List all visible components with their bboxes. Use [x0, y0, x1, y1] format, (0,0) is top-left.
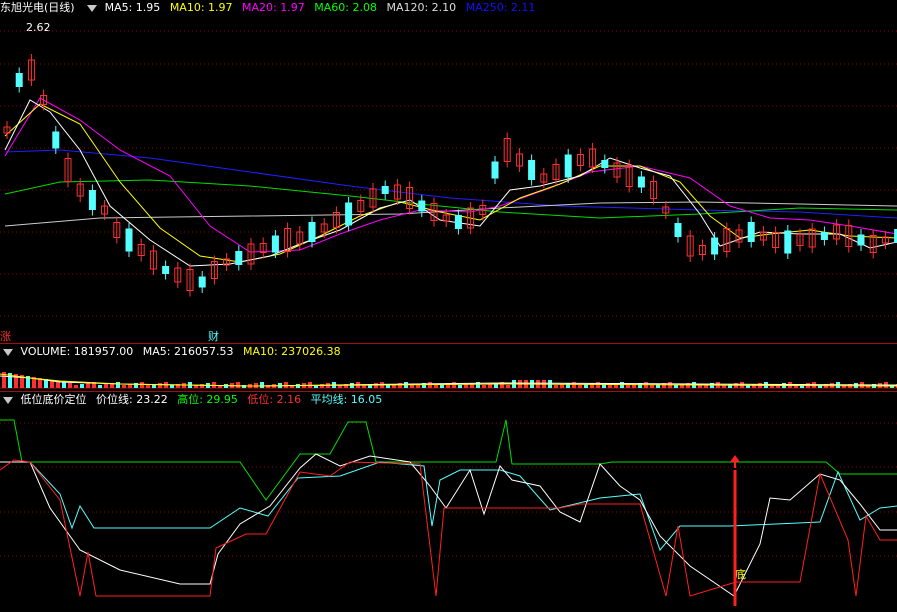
up-arrow-icon [730, 455, 740, 462]
candle-body [52, 131, 60, 149]
volume-bar [458, 385, 462, 388]
candle-body [454, 215, 462, 229]
volume-bar [122, 385, 126, 388]
candlesticks [3, 54, 897, 297]
chart-canvas[interactable] [0, 0, 897, 612]
candle-body [491, 161, 499, 179]
volume-bar [146, 385, 150, 388]
grid-lines [0, 30, 897, 557]
volume-bar [482, 385, 486, 388]
candle-body [88, 190, 96, 210]
volume-bar [260, 382, 264, 388]
volume-bar [140, 382, 144, 388]
avg-line [0, 461, 897, 551]
volume-bar [98, 385, 102, 388]
indicator-lines [0, 419, 897, 606]
candle-body [235, 251, 243, 265]
volume-bar [80, 384, 84, 388]
volume-bar [434, 385, 438, 388]
candle-body [15, 73, 23, 87]
candle-body [345, 202, 353, 226]
volume-bar [104, 384, 108, 388]
candle-body [198, 276, 206, 288]
candle-body [271, 235, 279, 253]
candle-body [162, 266, 170, 274]
candle-body [308, 222, 316, 242]
candle-body [711, 237, 719, 255]
volume-bar [554, 385, 558, 388]
volume-bar [200, 384, 204, 388]
volume-bar [650, 385, 654, 388]
high-line [0, 419, 897, 501]
volume-bar [68, 383, 72, 388]
candle-body [820, 232, 828, 240]
volume-bars [0, 372, 897, 388]
volume-bar [452, 382, 456, 388]
candle-body [528, 160, 536, 180]
volume-bar [506, 385, 510, 388]
volume-bar [170, 385, 174, 388]
volume-bar [236, 382, 240, 388]
candle-body [564, 154, 572, 178]
candle-body [674, 223, 682, 237]
volume-bar [386, 385, 390, 388]
volume-bar [116, 382, 120, 388]
volume-bar [602, 385, 606, 388]
volume-bar [488, 384, 492, 388]
candle-body [857, 234, 865, 246]
volume-bar [158, 383, 162, 388]
candle-body [601, 160, 609, 168]
volume-bar [578, 385, 582, 388]
volume-bar [74, 385, 78, 388]
volume-bar [86, 383, 90, 388]
candle-body [125, 228, 133, 252]
candle-body [637, 176, 645, 188]
volume-bar [320, 384, 324, 388]
volume-bar [626, 385, 630, 388]
volume-bar [62, 382, 66, 388]
volume-bar [410, 385, 414, 388]
volume-bar [284, 382, 288, 388]
candle-body [747, 222, 755, 242]
candle-body [418, 200, 426, 212]
candle-body [381, 186, 389, 194]
volume-bar [674, 385, 678, 388]
candle-body [784, 230, 792, 254]
ma60-line [4, 179, 897, 219]
